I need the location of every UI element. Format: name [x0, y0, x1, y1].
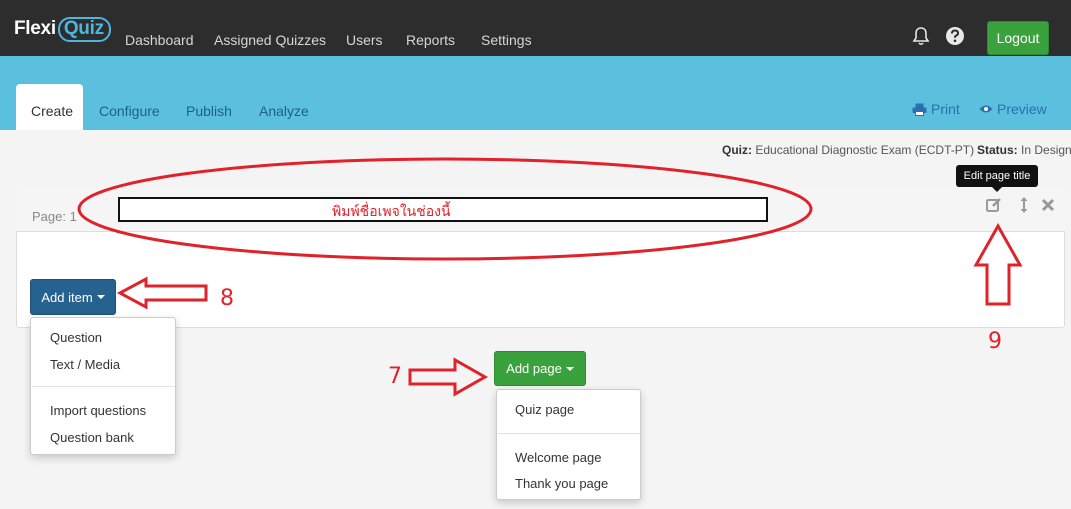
menu-item-question-bank[interactable]: Question bank — [50, 430, 134, 445]
menu-item-import-questions[interactable]: Import questions — [50, 403, 146, 418]
nav-assigned-quizzes[interactable]: Assigned Quizzes — [214, 32, 326, 48]
tab-create-label: Create — [31, 103, 74, 119]
quiz-name-info: Quiz: Educational Diagnostic Exam (ECDT-… — [722, 143, 974, 157]
nav-users[interactable]: Users — [346, 32, 383, 48]
print-icon — [912, 103, 927, 116]
quiz-name: Educational Diagnostic Exam (ECDT-PT) — [755, 143, 975, 157]
preview-link[interactable]: Preview — [979, 101, 1047, 117]
page-title-value: พิมพ์ชื่อเพจในช่องนี้ — [332, 204, 451, 220]
status-key: Status: — [977, 143, 1018, 157]
tab-configure[interactable]: Configure — [99, 103, 160, 119]
flexiquiz-logo[interactable]: Flexi Quiz — [14, 16, 111, 42]
logo-suffix: Quiz — [57, 16, 111, 42]
menu-item-question[interactable]: Question — [50, 330, 102, 345]
preview-label: Preview — [997, 101, 1047, 117]
status-value: In Design — [1021, 143, 1071, 157]
menu-item-text-media[interactable]: Text / Media — [50, 357, 120, 372]
tab-publish[interactable]: Publish — [186, 103, 232, 119]
annotation-arrow-7 — [408, 357, 489, 397]
close-icon[interactable] — [1039, 196, 1057, 214]
annotation-number-8: 8 — [220, 286, 234, 311]
tab-analyze[interactable]: Analyze — [259, 103, 309, 119]
menu-divider — [32, 386, 175, 387]
menu-item-thank-you-page[interactable]: Thank you page — [515, 476, 608, 491]
add-item-button[interactable]: Add item — [30, 279, 116, 315]
print-link[interactable]: Print — [912, 101, 960, 117]
menu-item-welcome-page[interactable]: Welcome page — [515, 450, 601, 465]
add-item-menu: Question Text / Media Import questions Q… — [30, 317, 176, 455]
nav-reports[interactable]: Reports — [406, 32, 455, 48]
menu-item-quiz-page[interactable]: Quiz page — [515, 402, 574, 417]
quiz-key: Quiz: — [722, 143, 752, 157]
help-icon[interactable] — [944, 25, 966, 47]
logo-prefix: Flexi — [14, 18, 56, 39]
print-label: Print — [931, 101, 960, 117]
tab-create[interactable]: Create — [16, 84, 83, 130]
tab-band — [0, 56, 1071, 130]
flexiquiz-editor: Flexi Quiz Dashboard Assigned Quizzes Use… — [0, 0, 1071, 509]
add-page-button[interactable]: Add page — [494, 351, 586, 386]
logout-button[interactable]: Logout — [987, 21, 1049, 55]
add-page-menu: Quiz page Welcome page Thank you page — [496, 389, 641, 500]
eye-icon — [979, 105, 993, 113]
annotation-number-7: 7 — [388, 364, 402, 389]
chevron-down-icon — [96, 295, 105, 299]
nav-settings[interactable]: Settings — [481, 32, 532, 48]
bell-icon[interactable] — [910, 25, 932, 47]
chevron-down-icon — [565, 366, 574, 371]
annotation-number-9: 9 — [988, 329, 1002, 354]
add-item-label: Add item — [41, 289, 93, 305]
add-page-label: Add page — [506, 361, 562, 376]
nav-dashboard[interactable]: Dashboard — [125, 32, 194, 48]
page-number-label: Page: 1 — [32, 209, 77, 224]
menu-divider — [498, 433, 640, 434]
edit-icon[interactable] — [985, 196, 1003, 214]
edit-page-title-tooltip: Edit page title — [956, 165, 1038, 187]
move-icon[interactable] — [1015, 196, 1033, 214]
tooltip-arrow — [992, 187, 1002, 192]
status-info: Status: In Design — [977, 143, 1071, 157]
